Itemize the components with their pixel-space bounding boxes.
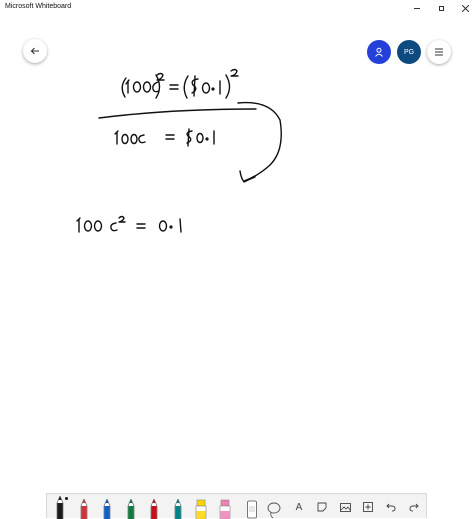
pen-icon [56, 496, 64, 519]
lasso-icon [267, 502, 281, 519]
pen-tool-green-pen[interactable] [120, 496, 142, 519]
image-icon [339, 502, 351, 512]
pen-icon [150, 499, 158, 519]
pen-tool-blue-pen[interactable] [96, 496, 118, 519]
image-tool[interactable] [337, 499, 353, 515]
plus-icon [363, 502, 373, 512]
profile-avatar[interactable]: PG [397, 40, 421, 64]
add-content-button[interactable] [360, 499, 376, 515]
highlighter-icon [195, 499, 207, 519]
ink-equation-line-2 [114, 128, 215, 147]
person-icon [375, 47, 383, 57]
pen-tool-teal-pen[interactable] [167, 496, 189, 519]
invite-user-button[interactable] [367, 40, 391, 64]
close-button[interactable] [453, 0, 474, 16]
maximize-button[interactable] [429, 0, 453, 16]
lasso-tool[interactable] [263, 496, 285, 519]
ink-equation-line-3 [76, 215, 182, 233]
pen-tool-red-pen[interactable] [73, 496, 95, 519]
pen-icon [127, 499, 134, 519]
maximize-icon [438, 5, 444, 11]
undo-icon [386, 503, 396, 512]
highlighter-tool-yellow-highlighter[interactable] [190, 496, 212, 519]
redo-icon [409, 503, 419, 512]
selected-pen-dot [65, 497, 68, 500]
sticky-note-tool[interactable] [314, 499, 330, 515]
sticky-note-icon [317, 502, 327, 512]
hamburger-menu-icon [435, 48, 443, 56]
app-title: Microsoft Whiteboard [5, 3, 72, 10]
highlighter-tool-pink-highlighter[interactable] [214, 496, 236, 519]
eraser-tool[interactable] [241, 496, 263, 519]
pen-tool-black-pen[interactable] [49, 496, 71, 519]
undo-button[interactable] [383, 499, 399, 515]
ink-curved-arrow [237, 101, 282, 182]
menu-button[interactable] [427, 40, 451, 64]
back-button[interactable] [23, 39, 47, 63]
eraser-icon [247, 500, 257, 519]
whiteboard-canvas[interactable] [0, 16, 474, 492]
highlighter-icon [219, 499, 231, 519]
pen-tool-red-pen-2[interactable] [143, 496, 165, 519]
pen-icon [174, 499, 181, 519]
ink-equation-line-1 [121, 68, 239, 99]
close-icon [461, 4, 469, 12]
minimize-button[interactable] [405, 0, 429, 16]
title-bar: Microsoft Whiteboard [0, 0, 474, 16]
redo-button[interactable] [406, 499, 422, 515]
pen-icon [103, 499, 111, 519]
ink-underline [98, 108, 257, 119]
text-tool[interactable]: A [291, 499, 307, 515]
pen-icon [80, 499, 87, 519]
back-arrow-icon [30, 47, 39, 55]
minimize-icon [414, 7, 420, 9]
ink-toolbar: A [46, 493, 427, 519]
